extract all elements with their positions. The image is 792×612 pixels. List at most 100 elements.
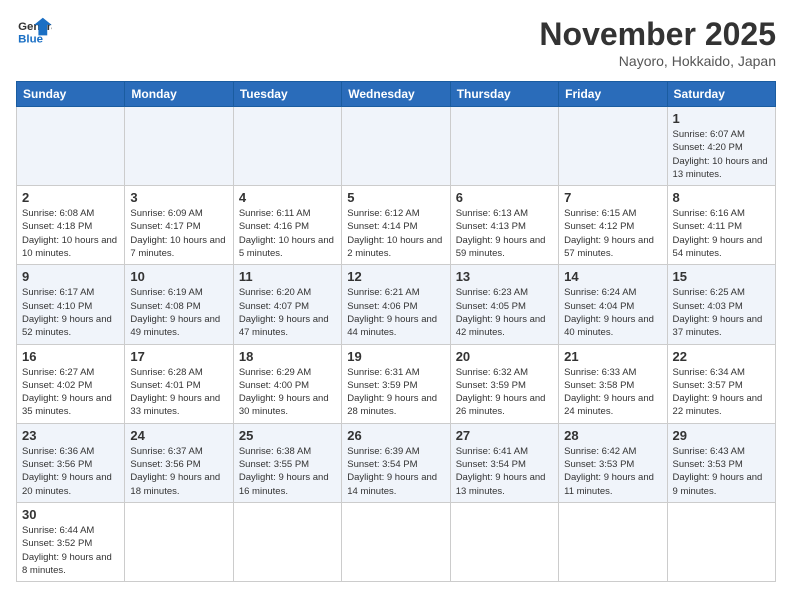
day-info: Sunrise: 6:11 AMSunset: 4:16 PMDaylight:… (239, 207, 336, 260)
day-info: Sunrise: 6:37 AMSunset: 3:56 PMDaylight:… (130, 445, 227, 498)
day-number: 24 (130, 428, 227, 443)
logo-icon: General Blue (16, 16, 52, 46)
day-cell: 23Sunrise: 6:36 AMSunset: 3:56 PMDayligh… (17, 423, 125, 502)
weekday-header-thursday: Thursday (450, 82, 558, 107)
day-cell: 24 Sunrise: 6:37 AMSunset: 3:56 PMDayligh… (125, 423, 233, 502)
week-row-5: 23Sunrise: 6:36 AMSunset: 3:56 PMDayligh… (17, 423, 776, 502)
day-cell: 20Sunrise: 6:32 AMSunset: 3:59 PMDayligh… (450, 344, 558, 423)
day-info: Sunrise: 6:21 AMSunset: 4:06 PMDaylight:… (347, 286, 444, 339)
day-info: Sunrise: 6:39 AMSunset: 3:54 PMDaylight:… (347, 445, 444, 498)
day-info: Sunrise: 6:42 AMSunset: 3:53 PMDaylight:… (564, 445, 661, 498)
day-info: Sunrise: 6:17 AMSunset: 4:10 PMDaylight:… (22, 286, 119, 339)
day-number: 17 (130, 349, 227, 364)
day-info: Sunrise: 6:25 AMSunset: 4:03 PMDaylight:… (673, 286, 770, 339)
day-info: Sunrise: 6:13 AMSunset: 4:13 PMDaylight:… (456, 207, 553, 260)
day-cell: 26 Sunrise: 6:39 AMSunset: 3:54 PMDayligh… (342, 423, 450, 502)
day-number: 11 (239, 269, 336, 284)
day-info: Sunrise: 6:09 AMSunset: 4:17 PMDaylight:… (130, 207, 227, 260)
day-cell: 28 Sunrise: 6:42 AMSunset: 3:53 PMDayligh… (559, 423, 667, 502)
day-number: 18 (239, 349, 336, 364)
week-row-1: 1 Sunrise: 6:07 AMSunset: 4:20 PMDaylight… (17, 107, 776, 186)
day-info: Sunrise: 6:32 AMSunset: 3:59 PMDaylight:… (456, 366, 553, 419)
day-number: 7 (564, 190, 661, 205)
day-cell: 14 Sunrise: 6:24 AMSunset: 4:04 PMDayligh… (559, 265, 667, 344)
day-info: Sunrise: 6:12 AMSunset: 4:14 PMDaylight:… (347, 207, 444, 260)
day-number: 4 (239, 190, 336, 205)
day-cell: 2Sunrise: 6:08 AMSunset: 4:18 PMDaylight… (17, 186, 125, 265)
week-row-3: 9Sunrise: 6:17 AMSunset: 4:10 PMDaylight… (17, 265, 776, 344)
day-number: 6 (456, 190, 553, 205)
day-info: Sunrise: 6:44 AMSunset: 3:52 PMDaylight:… (22, 524, 119, 577)
day-number: 30 (22, 507, 119, 522)
month-title: November 2025 (539, 16, 776, 53)
day-cell (125, 107, 233, 186)
day-number: 10 (130, 269, 227, 284)
day-number: 5 (347, 190, 444, 205)
day-info: Sunrise: 6:28 AMSunset: 4:01 PMDaylight:… (130, 366, 227, 419)
weekday-header-tuesday: Tuesday (233, 82, 341, 107)
day-info: Sunrise: 6:43 AMSunset: 3:53 PMDaylight:… (673, 445, 770, 498)
day-info: Sunrise: 6:34 AMSunset: 3:57 PMDaylight:… (673, 366, 770, 419)
day-number: 26 (347, 428, 444, 443)
day-number: 21 (564, 349, 661, 364)
day-info: Sunrise: 6:31 AMSunset: 3:59 PMDaylight:… (347, 366, 444, 419)
location: Nayoro, Hokkaido, Japan (539, 53, 776, 69)
day-cell: 19Sunrise: 6:31 AMSunset: 3:59 PMDayligh… (342, 344, 450, 423)
day-cell: 4 Sunrise: 6:11 AMSunset: 4:16 PMDaylight… (233, 186, 341, 265)
day-cell: 3Sunrise: 6:09 AMSunset: 4:17 PMDaylight… (125, 186, 233, 265)
day-cell: 5 Sunrise: 6:12 AMSunset: 4:14 PMDaylight… (342, 186, 450, 265)
day-cell: 29 Sunrise: 6:43 AMSunset: 3:53 PMDayligh… (667, 423, 775, 502)
day-cell: 8 Sunrise: 6:16 AMSunset: 4:11 PMDaylight… (667, 186, 775, 265)
day-info: Sunrise: 6:16 AMSunset: 4:11 PMDaylight:… (673, 207, 770, 260)
weekday-header-monday: Monday (125, 82, 233, 107)
day-info: Sunrise: 6:29 AMSunset: 4:00 PMDaylight:… (239, 366, 336, 419)
day-cell: 9Sunrise: 6:17 AMSunset: 4:10 PMDaylight… (17, 265, 125, 344)
day-info: Sunrise: 6:15 AMSunset: 4:12 PMDaylight:… (564, 207, 661, 260)
day-number: 8 (673, 190, 770, 205)
day-info: Sunrise: 6:24 AMSunset: 4:04 PMDaylight:… (564, 286, 661, 339)
day-cell (342, 107, 450, 186)
day-info: Sunrise: 6:19 AMSunset: 4:08 PMDaylight:… (130, 286, 227, 339)
day-cell: 6 Sunrise: 6:13 AMSunset: 4:13 PMDaylight… (450, 186, 558, 265)
day-number: 12 (347, 269, 444, 284)
day-cell: 13 Sunrise: 6:23 AMSunset: 4:05 PMDayligh… (450, 265, 558, 344)
week-row-6: 30 Sunrise: 6:44 AMSunset: 3:52 PMDayligh… (17, 502, 776, 581)
weekday-header-saturday: Saturday (667, 82, 775, 107)
day-number: 27 (456, 428, 553, 443)
day-cell: 7 Sunrise: 6:15 AMSunset: 4:12 PMDaylight… (559, 186, 667, 265)
weekday-header-wednesday: Wednesday (342, 82, 450, 107)
weekday-header-row: SundayMondayTuesdayWednesdayThursdayFrid… (17, 82, 776, 107)
day-cell: 18 Sunrise: 6:29 AMSunset: 4:00 PMDayligh… (233, 344, 341, 423)
day-cell (559, 502, 667, 581)
day-number: 29 (673, 428, 770, 443)
day-cell: 22Sunrise: 6:34 AMSunset: 3:57 PMDayligh… (667, 344, 775, 423)
day-info: Sunrise: 6:20 AMSunset: 4:07 PMDaylight:… (239, 286, 336, 339)
day-info: Sunrise: 6:27 AMSunset: 4:02 PMDaylight:… (22, 366, 119, 419)
day-cell (450, 107, 558, 186)
logo: General Blue (16, 16, 52, 46)
day-info: Sunrise: 6:23 AMSunset: 4:05 PMDaylight:… (456, 286, 553, 339)
day-number: 13 (456, 269, 553, 284)
day-cell: 27 Sunrise: 6:41 AMSunset: 3:54 PMDayligh… (450, 423, 558, 502)
day-cell (559, 107, 667, 186)
day-number: 28 (564, 428, 661, 443)
day-info: Sunrise: 6:38 AMSunset: 3:55 PMDaylight:… (239, 445, 336, 498)
day-cell: 30 Sunrise: 6:44 AMSunset: 3:52 PMDayligh… (17, 502, 125, 581)
day-cell: 17 Sunrise: 6:28 AMSunset: 4:01 PMDayligh… (125, 344, 233, 423)
day-cell: 25Sunrise: 6:38 AMSunset: 3:55 PMDayligh… (233, 423, 341, 502)
day-cell: 16Sunrise: 6:27 AMSunset: 4:02 PMDayligh… (17, 344, 125, 423)
day-cell: 12 Sunrise: 6:21 AMSunset: 4:06 PMDayligh… (342, 265, 450, 344)
day-cell: 15Sunrise: 6:25 AMSunset: 4:03 PMDayligh… (667, 265, 775, 344)
day-cell (667, 502, 775, 581)
day-info: Sunrise: 6:07 AMSunset: 4:20 PMDaylight:… (673, 128, 770, 181)
day-number: 23 (22, 428, 119, 443)
day-number: 2 (22, 190, 119, 205)
day-cell (125, 502, 233, 581)
day-cell (233, 107, 341, 186)
day-number: 14 (564, 269, 661, 284)
day-number: 1 (673, 111, 770, 126)
week-row-2: 2Sunrise: 6:08 AMSunset: 4:18 PMDaylight… (17, 186, 776, 265)
page-header: General Blue November 2025 Nayoro, Hokka… (16, 16, 776, 69)
day-cell: 21Sunrise: 6:33 AMSunset: 3:58 PMDayligh… (559, 344, 667, 423)
day-info: Sunrise: 6:41 AMSunset: 3:54 PMDaylight:… (456, 445, 553, 498)
